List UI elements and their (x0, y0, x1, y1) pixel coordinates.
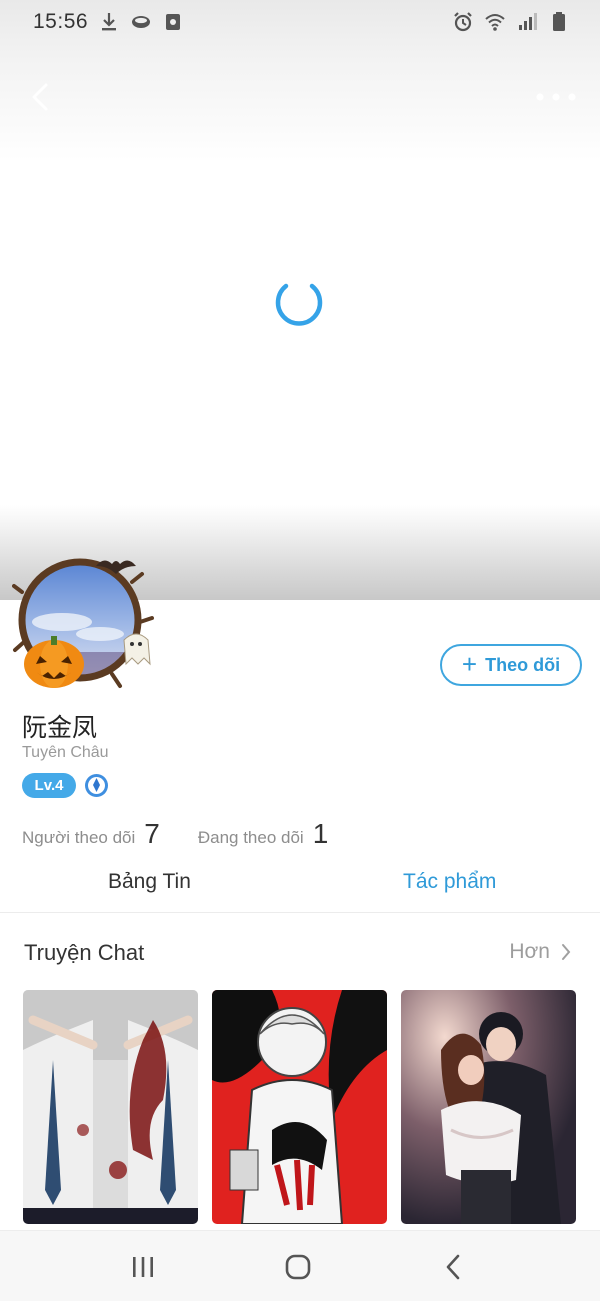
profile-tabs: Bảng Tin Tác phẩm (0, 858, 600, 913)
status-notification-icons (98, 11, 184, 33)
story-cover[interactable] (23, 990, 198, 1224)
follow-button-label: Theo dõi (485, 654, 561, 675)
signal-icon (519, 13, 537, 30)
loading-spinner-icon (275, 283, 323, 326)
chevron-right-icon (562, 944, 571, 960)
story-cover[interactable] (212, 990, 387, 1224)
profile-cover: 15:56 (0, 0, 600, 600)
section-more-link[interactable]: Hơn (509, 940, 572, 964)
chat-story-list (23, 990, 576, 1224)
tab-news-feed[interactable]: Bảng Tin (108, 870, 191, 894)
screen-record-icon (166, 14, 180, 30)
rank-badge-icon (85, 774, 108, 797)
home-icon[interactable] (281, 1250, 315, 1284)
avatar[interactable] (12, 552, 158, 698)
battery-icon (553, 12, 565, 31)
tab-works[interactable]: Tác phẩm (403, 870, 496, 894)
followers-label[interactable]: Người theo dõi (22, 828, 135, 848)
story-cover[interactable] (401, 990, 576, 1224)
plus-icon: + (461, 649, 478, 679)
user-name: 阮金凤 (22, 714, 98, 742)
user-location: Tuyên Châu (22, 744, 109, 761)
following-count[interactable]: 1 (313, 818, 329, 850)
alarm-icon (454, 12, 472, 32)
recent-apps-icon[interactable] (126, 1250, 160, 1284)
followers-count[interactable]: 7 (144, 818, 160, 850)
system-navigation-bar (0, 1230, 600, 1301)
status-time: 15:56 (33, 10, 89, 33)
wifi-icon (485, 14, 505, 31)
download-icon (102, 13, 116, 31)
cloud-icon (132, 16, 150, 28)
status-bar: 15:56 (0, 0, 600, 46)
section-title: Truyện Chat (24, 940, 145, 965)
back-icon[interactable] (437, 1250, 471, 1284)
section-more-label: Hơn (509, 940, 550, 963)
level-badge: Lv.4 (22, 773, 76, 798)
follow-button[interactable]: + Theo dõi (440, 644, 582, 686)
status-system-icons (452, 11, 570, 33)
back-button[interactable] (26, 80, 56, 114)
follow-stats: Người theo dõi 7 Đang theo dõi 1 (22, 818, 328, 850)
more-options-button[interactable] (534, 82, 578, 112)
following-label[interactable]: Đang theo dõi (198, 828, 304, 848)
